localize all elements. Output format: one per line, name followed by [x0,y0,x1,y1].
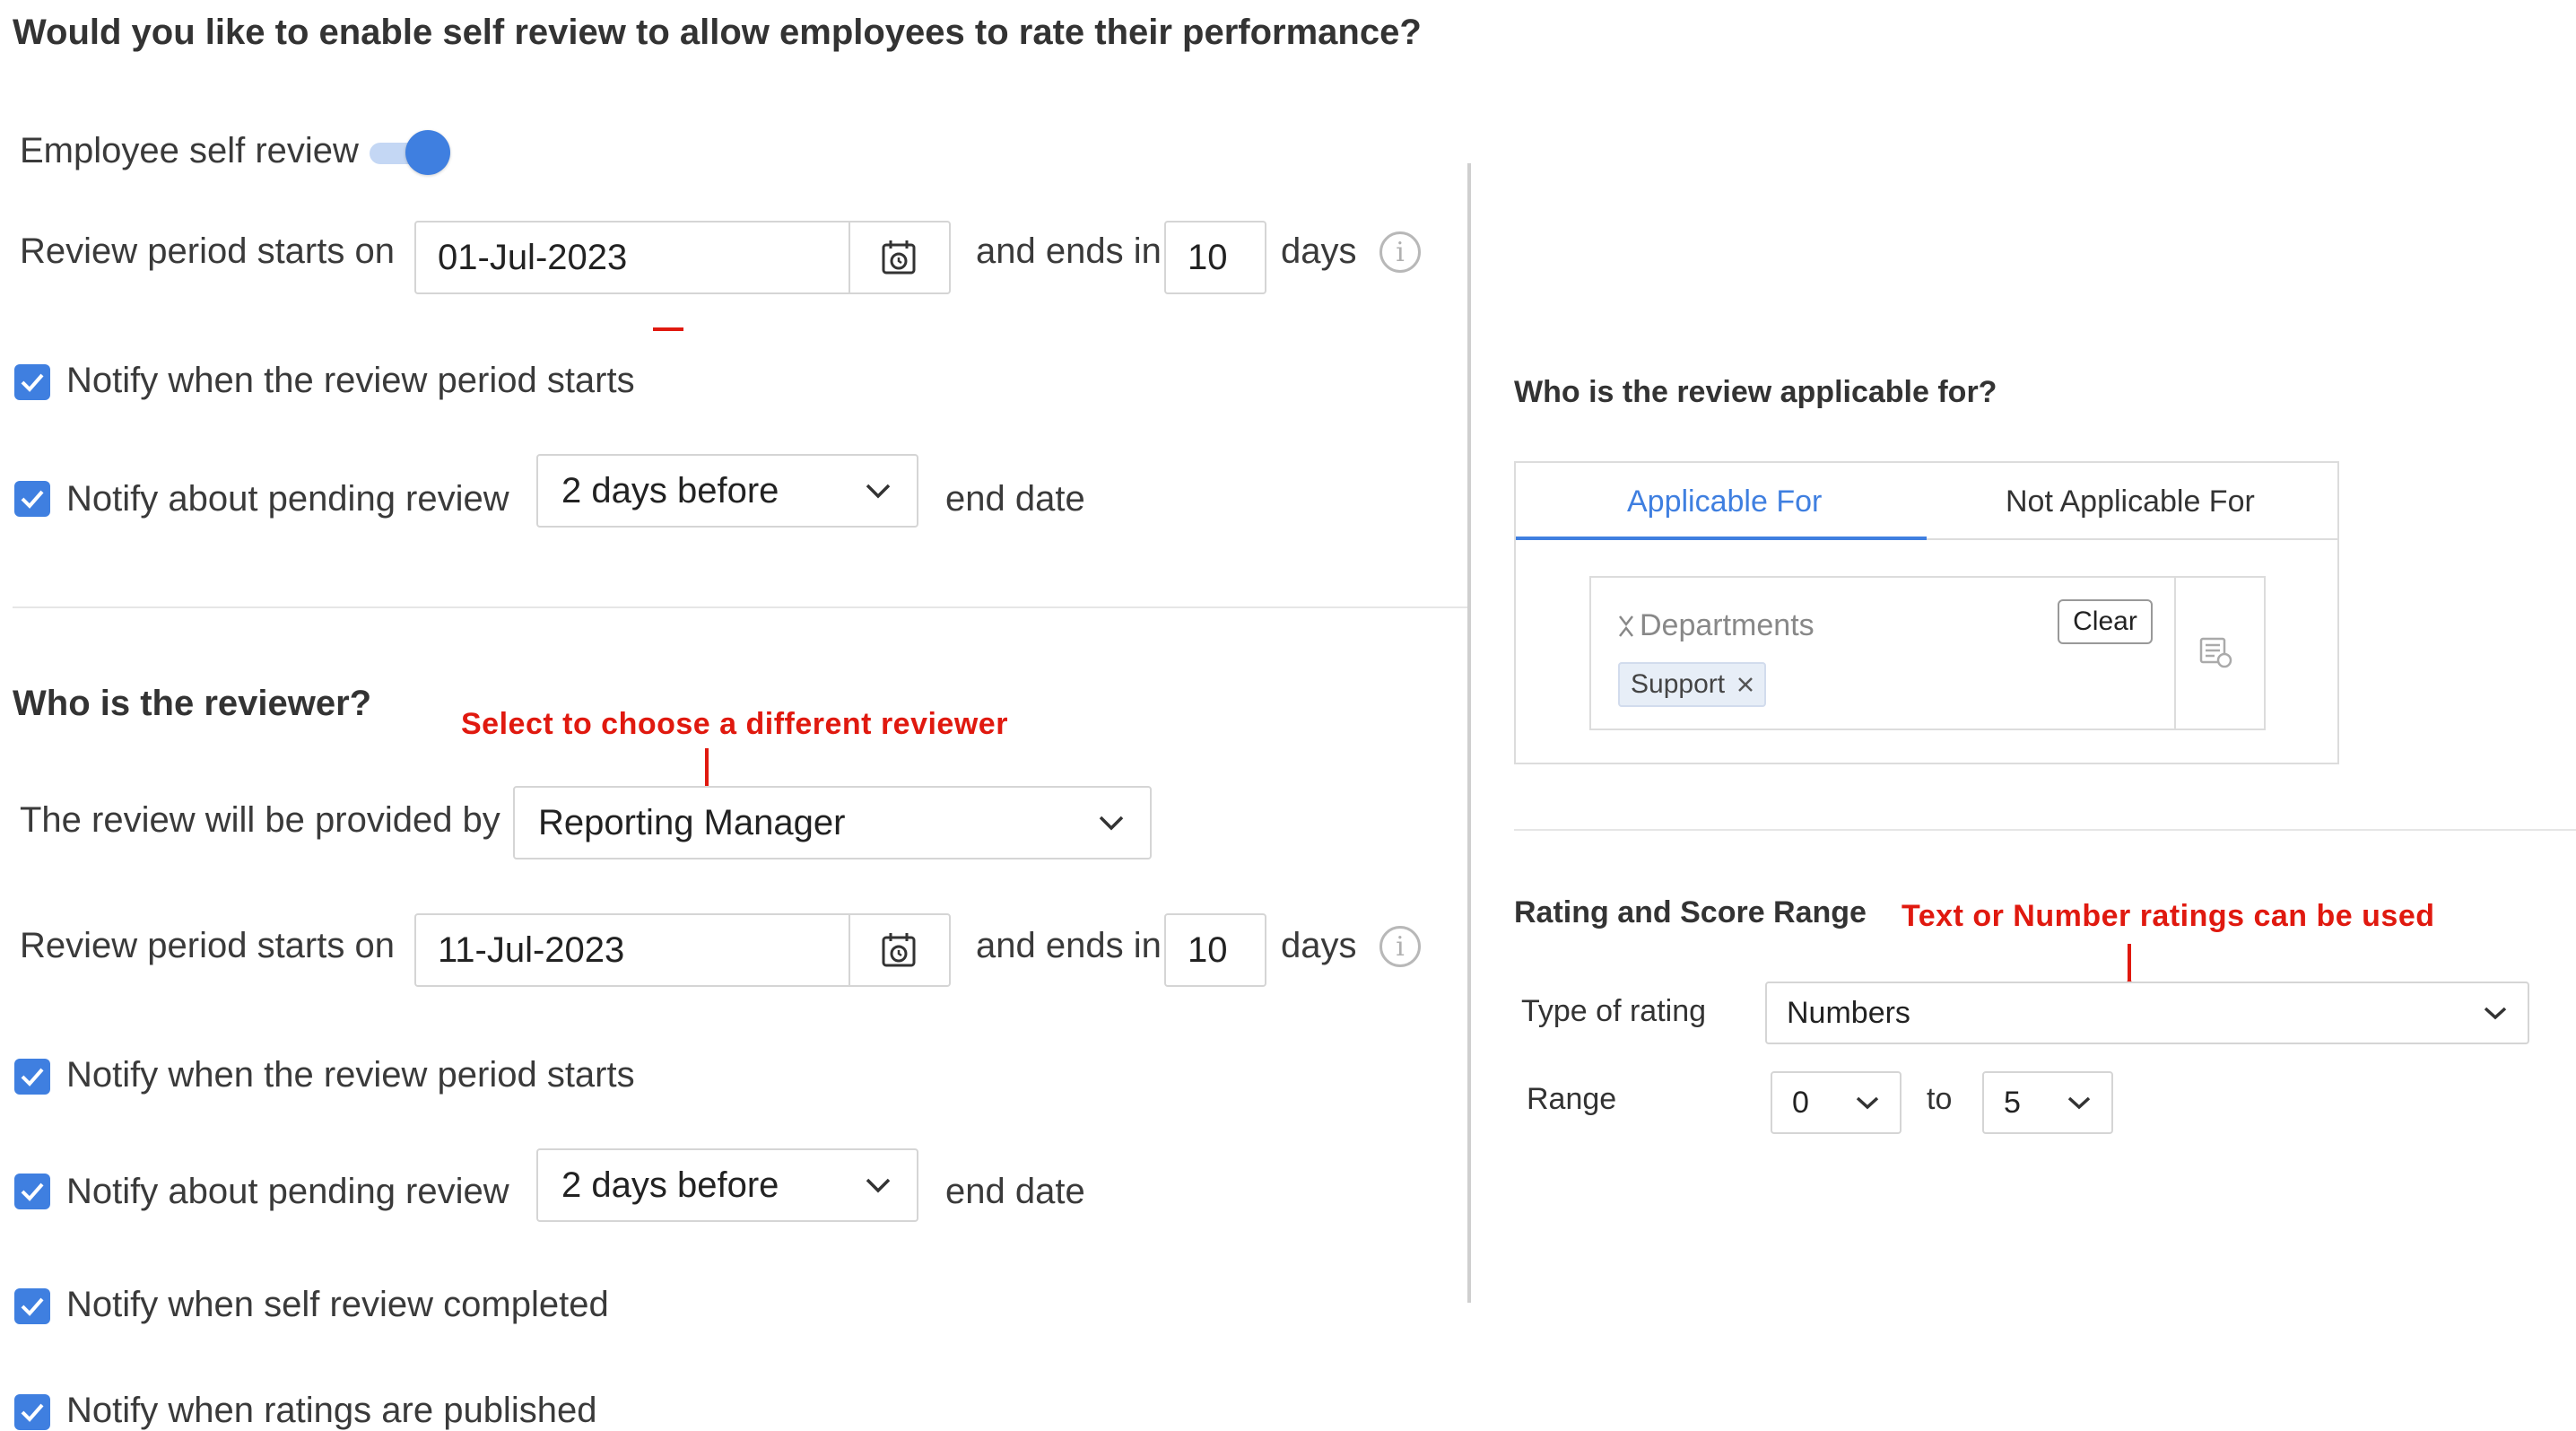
self-review-start-date[interactable]: 01-Jul-2023 [414,221,951,294]
pending-reminder-value: 2 days before [561,470,779,510]
notify-pending-checkbox[interactable] [14,481,50,517]
notify-self-completed-checkbox[interactable] [14,1288,50,1324]
rating-annotation: Text or Number ratings can be used [1902,899,2435,933]
chip-support: Support [1618,662,1767,707]
type-of-rating-label: Type of rating [1521,994,1707,1028]
active-tab-indicator [1516,537,1927,540]
chevron-down-icon [2484,1007,2507,1020]
annotation-arrow [2128,944,2131,985]
calendar-icon[interactable] [850,223,949,292]
range-label: Range [1527,1082,1617,1116]
type-of-rating-value: Numbers [1787,995,1910,1030]
page-question: Would you like to enable self review to … [13,13,1422,52]
type-of-rating-select[interactable]: Numbers [1765,982,2529,1044]
tab-not-applicable-for[interactable]: Not Applicable For [2006,484,2255,519]
review-period-label: Review period starts on [20,231,395,271]
applicable-filter-box: Departments Clear Support [1589,576,2266,730]
reviewer-start-date[interactable]: 11-Jul-2023 [414,913,951,987]
filter-type-label: Departments [1640,608,1815,642]
calendar-icon[interactable] [850,915,949,985]
chevron-down-icon [866,1178,891,1193]
ends-in-label: and ends in [976,926,1162,965]
start-date-value: 11-Jul-2023 [416,915,850,985]
pending-reminder-value: 2 days before [561,1165,779,1205]
annotation-arrow [705,748,709,791]
review-period-label: Review period starts on [20,926,395,965]
range-to-select[interactable]: 5 [1982,1071,2113,1134]
rating-section-title: Rating and Score Range [1514,895,1867,929]
notify-pending-label: Notify about pending review [66,1172,509,1211]
close-icon[interactable] [1737,676,1754,693]
column-divider [1467,163,1471,1303]
pending-reminder-select[interactable]: 2 days before [536,1148,918,1222]
reviewer-select[interactable]: Reporting Manager [513,786,1152,859]
notify-published-label: Notify when ratings are published [66,1391,597,1430]
self-review-toggle[interactable] [370,130,450,175]
notify-pending-checkbox[interactable] [14,1174,50,1209]
reviewer-annotation: Select to choose a different reviewer [461,707,1008,741]
self-review-toggle-label: Employee self review [20,131,359,170]
collapse-icon [1619,615,1633,637]
notify-pending-label: Notify about pending review [66,479,509,519]
range-to-value: 5 [2004,1085,2021,1120]
notify-self-completed-label: Notify when self review completed [66,1285,609,1324]
ends-in-label: and ends in [976,231,1162,271]
applicable-panel: Applicable For Not Applicable For Depart… [1514,461,2339,764]
end-date-label: end date [945,479,1085,519]
chevron-down-icon [1856,1096,1879,1110]
tab-applicable-for[interactable]: Applicable For [1627,484,1822,519]
pending-reminder-select[interactable]: 2 days before [536,454,918,528]
range-from-value: 0 [1792,1085,1809,1120]
ends-in-days-input[interactable]: 10 [1164,913,1266,987]
list-settings-icon[interactable] [2199,637,2235,674]
filter-type[interactable]: Departments [1618,608,1815,643]
days-label: days [1281,231,1357,271]
start-date-value: 01-Jul-2023 [416,223,850,292]
end-date-label: end date [945,1172,1085,1211]
provided-by-label: The review will be provided by [20,800,500,840]
section-divider [13,606,1467,608]
range-to-label: to [1927,1082,1953,1116]
reviewer-section-title: Who is the reviewer? [13,684,372,723]
notify-published-checkbox[interactable] [14,1394,50,1430]
notify-start-checkbox[interactable] [14,1059,50,1095]
annotation-arrow [653,327,683,331]
days-label: days [1281,926,1357,965]
chevron-down-icon [2067,1096,2091,1110]
section-divider [1514,829,2576,831]
applicable-section-title: Who is the review applicable for? [1514,375,1997,409]
info-icon[interactable]: i [1379,926,1421,967]
notify-start-checkbox[interactable] [14,364,50,400]
range-from-select[interactable]: 0 [1771,1071,1902,1134]
clear-button[interactable]: Clear [2058,599,2153,644]
info-icon[interactable]: i [1379,231,1421,273]
chip-label: Support [1631,669,1726,699]
chevron-down-icon [866,484,891,499]
ends-in-days-input[interactable]: 10 [1164,221,1266,294]
notify-start-label: Notify when the review period starts [66,1055,635,1095]
chevron-down-icon [1099,816,1124,831]
notify-start-label: Notify when the review period starts [66,361,635,400]
reviewer-select-value: Reporting Manager [538,802,846,842]
